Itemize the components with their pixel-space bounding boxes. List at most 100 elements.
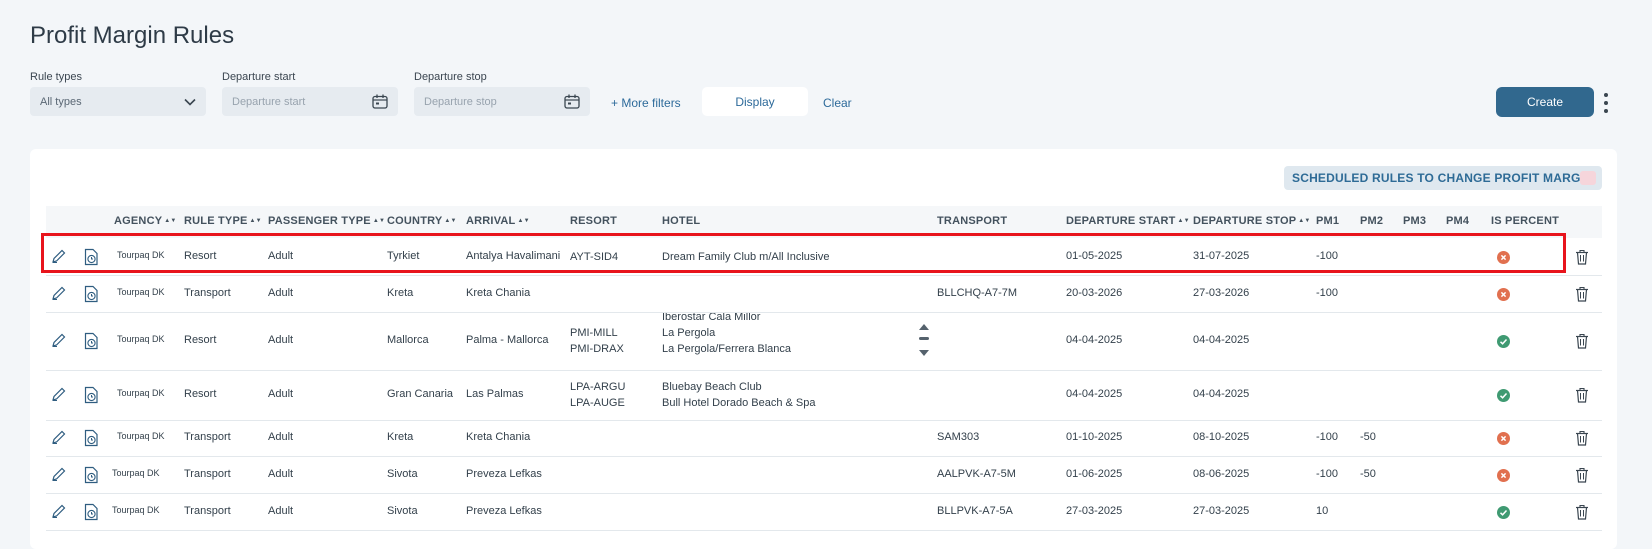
edit-pencil-icon[interactable] (51, 386, 67, 407)
departure-start-placeholder: Departure start (232, 95, 306, 108)
passenger-type-cell: Adult (268, 249, 294, 262)
sort-icon[interactable]: ▲▼ (250, 218, 262, 224)
column-header-label: DEPARTURE STOP (1193, 215, 1297, 227)
pm1-cell: 10 (1316, 504, 1329, 517)
column-header-label: RESORT (570, 215, 618, 227)
calendar-icon[interactable] (564, 94, 580, 109)
departure-start-cell: 27-03-2025 (1066, 504, 1123, 517)
hotel-list: Iberostar Cala Millor La Pergola La Pergol… (662, 313, 791, 357)
column-header-departure-start[interactable]: DEPARTURE START ▲▼ (1066, 215, 1190, 227)
departure-stop-label: Departure stop (414, 71, 487, 83)
display-button[interactable]: Display (702, 87, 808, 116)
agency-cell: Tourpaq DK (117, 334, 165, 344)
schedule-clock-icon[interactable] (83, 386, 99, 409)
column-header-arrival[interactable]: ARRIVAL ▲▼ (466, 215, 530, 227)
scroll-arrows-icon[interactable] (917, 322, 931, 358)
sort-icon[interactable]: ▲▼ (444, 218, 456, 224)
clear-link[interactable]: Clear (823, 96, 852, 110)
departure-start-label: Departure start (222, 71, 296, 83)
agency-cell: Tourpaq DK (112, 504, 160, 515)
agency-cell: Tourpaq DK (117, 286, 165, 297)
sort-icon[interactable]: ▲▼ (1298, 218, 1310, 224)
country-cell: Kreta (387, 431, 414, 443)
hotel-cell-line: Iberostar Cala Millor (662, 313, 761, 323)
transport-cell: BLLCHQ-A7-7M (937, 286, 1018, 299)
check-circle-icon (1497, 505, 1510, 519)
departure-stop-input[interactable]: Departure stop (414, 87, 590, 116)
edit-pencil-icon[interactable] (51, 248, 67, 269)
rule-types-select[interactable]: All types (30, 87, 206, 116)
page-title: Profit Margin Rules (30, 22, 235, 49)
column-header-passenger-type[interactable]: PASSENGER TYPE ▲▼ (268, 215, 385, 227)
trash-icon[interactable] (1575, 387, 1589, 408)
edit-pencil-icon[interactable] (51, 332, 67, 353)
x-circle-icon (1497, 287, 1510, 301)
more-filters-link[interactable]: + More filters (611, 96, 681, 110)
trash-icon[interactable] (1575, 333, 1589, 354)
column-header-pm1: PM1 (1316, 215, 1339, 227)
column-header-agency[interactable]: AGENCY ▲▼ (114, 215, 176, 227)
edit-pencil-icon[interactable] (51, 429, 67, 450)
rule-types-label: Rule types (30, 71, 82, 83)
edit-pencil-icon[interactable] (51, 503, 67, 524)
column-header-pm3: PM3 (1403, 215, 1426, 227)
column-header-departure-stop[interactable]: DEPARTURE STOP ▲▼ (1193, 215, 1310, 227)
rule-type-cell: Transport (184, 504, 231, 517)
scheduled-rules-badge[interactable]: SCHEDULED RULES TO CHANGE PROFIT MARGIN (1284, 166, 1602, 190)
arrival-cell: Kreta Chania (466, 431, 531, 443)
arrival-cell: Kreta Chania (466, 286, 531, 299)
resort-cell-line: LPA-AUGE (570, 397, 625, 409)
schedule-clock-icon[interactable] (83, 332, 99, 355)
column-header-resort: RESORT (570, 215, 617, 227)
sort-icon[interactable]: ▲▼ (1178, 218, 1190, 224)
departure-start-input[interactable]: Departure start (222, 87, 398, 116)
trash-icon[interactable] (1575, 430, 1589, 451)
schedule-clock-icon[interactable] (83, 503, 99, 526)
trash-icon[interactable] (1575, 286, 1589, 307)
x-circle-icon (1497, 432, 1510, 445)
calendar-icon[interactable] (372, 94, 388, 109)
column-header-country[interactable]: COUNTRY ▲▼ (387, 215, 456, 227)
column-header-label: DEPARTURE START (1066, 215, 1176, 227)
create-button[interactable]: Create (1496, 87, 1594, 117)
sort-icon[interactable]: ▲▼ (164, 218, 176, 224)
schedule-clock-icon[interactable] (83, 429, 99, 452)
row-divider (46, 456, 1602, 457)
more-options-icon[interactable] (1602, 93, 1610, 113)
column-header-label: RULE TYPE (184, 215, 248, 227)
trash-icon[interactable] (1575, 249, 1589, 270)
trash-icon[interactable] (1575, 467, 1589, 488)
column-header-rule-type[interactable]: RULE TYPE ▲▼ (184, 215, 262, 227)
arrival-cell: Antalya Havalimani (466, 249, 561, 262)
row-divider (46, 493, 1602, 494)
hotel-cell: Bluebay Beach Club Bull Hotel Dorado Beac… (662, 379, 815, 411)
departure-start-cell: 01-05-2025 (1066, 249, 1123, 262)
passenger-type-cell: Adult (268, 467, 294, 480)
column-header-is-percent: IS PERCENT (1491, 215, 1559, 227)
rule-type-cell: Transport (184, 431, 231, 443)
sort-icon[interactable]: ▲▼ (373, 218, 385, 224)
country-cell: Kreta (387, 286, 414, 299)
hotel-cell-line: La Pergola/Ferrera Blanca (662, 343, 792, 355)
column-header-pm4: PM4 (1446, 215, 1469, 227)
resort-cell: AYT-SID4 (570, 249, 618, 265)
column-header-label: ARRIVAL (466, 215, 516, 227)
rule-type-cell: Resort (184, 334, 217, 346)
transport-cell: BLLPVK-A7-5A (937, 504, 1013, 517)
edit-pencil-icon[interactable] (51, 285, 67, 306)
trash-icon[interactable] (1575, 504, 1589, 525)
x-circle-icon (1497, 468, 1510, 482)
pm1-cell: -100 (1316, 249, 1339, 262)
passenger-type-cell: Adult (268, 388, 294, 400)
agency-cell: Tourpaq DK (117, 388, 165, 398)
column-header-pm2: PM2 (1360, 215, 1383, 227)
edit-pencil-icon[interactable] (51, 466, 67, 487)
chevron-down-icon (184, 98, 196, 106)
schedule-clock-icon[interactable] (83, 248, 99, 271)
resort-cell: LPA-ARGU LPA-AUGE (570, 379, 625, 411)
schedule-clock-icon[interactable] (83, 466, 99, 489)
sort-icon[interactable]: ▲▼ (517, 218, 529, 224)
agency-cell: Tourpaq DK (112, 467, 160, 478)
schedule-clock-icon[interactable] (83, 285, 99, 308)
rule-type-cell: Transport (184, 467, 231, 480)
